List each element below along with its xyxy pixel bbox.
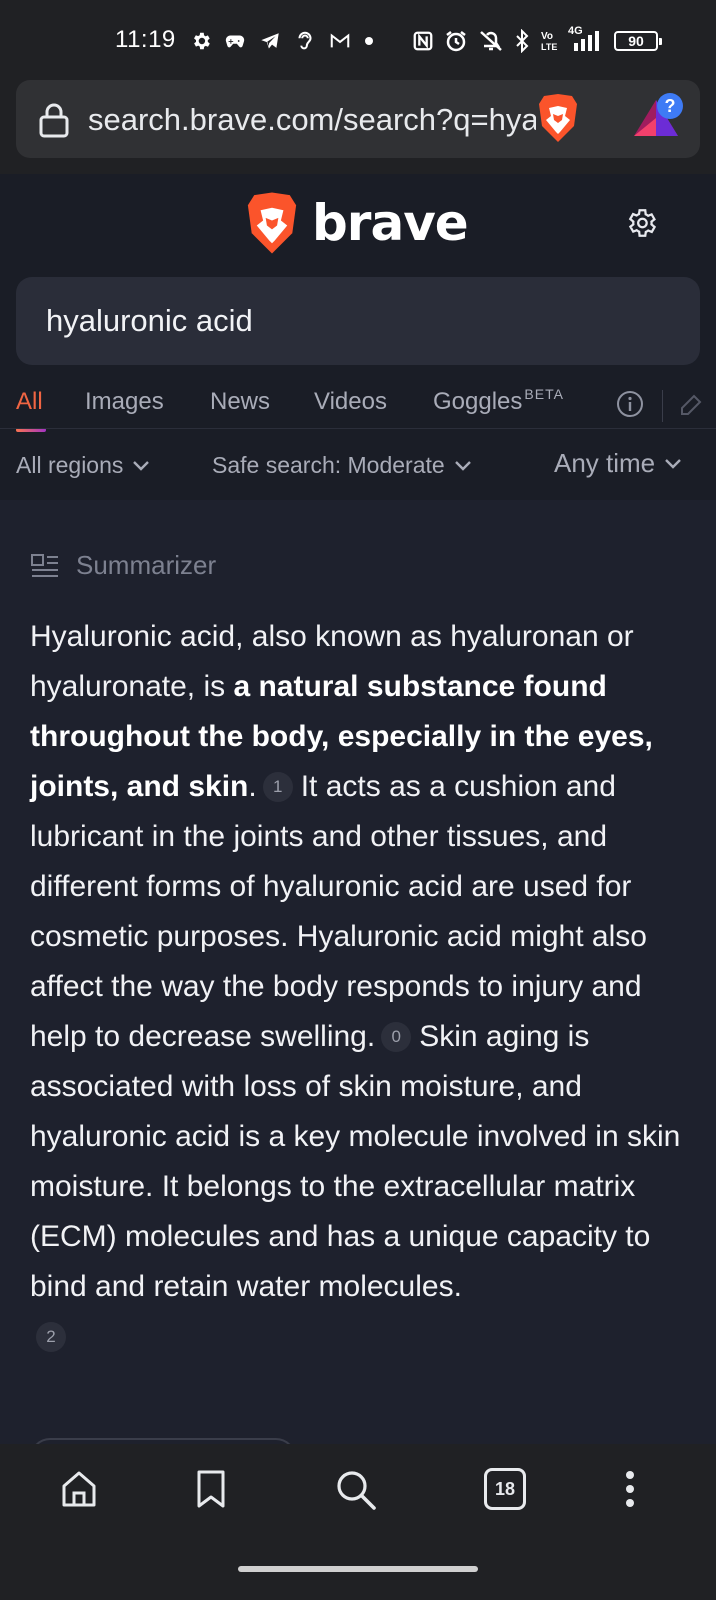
summarizer-title: Summarizer <box>76 550 217 580</box>
bluetooth-icon <box>516 29 529 53</box>
bookmark-icon[interactable] <box>190 1468 232 1510</box>
time-filter-label: Any time <box>554 448 656 478</box>
chevron-down-icon <box>133 460 150 471</box>
search-icon[interactable] <box>334 1468 378 1512</box>
brave-rewards-icon[interactable]: ? <box>628 92 688 148</box>
svg-text:LTE: LTE <box>541 42 557 52</box>
lock-icon[interactable] <box>38 102 70 138</box>
search-input[interactable]: hyaluronic acid <box>46 303 253 339</box>
summarizer-header: Summarizer <box>30 550 216 581</box>
browser-toolbar: search.brave.com/search?q=hyaluronic+aci… <box>0 78 716 174</box>
info-icon[interactable] <box>616 390 644 418</box>
chevron-down-icon <box>454 460 471 471</box>
region-filter[interactable]: All regions <box>16 452 151 479</box>
game-controller-icon <box>225 35 245 48</box>
citation-badge[interactable]: 0 <box>381 1022 412 1052</box>
brave-wordmark: brave <box>312 194 469 252</box>
telegram-icon <box>261 33 279 49</box>
notification-icons <box>190 26 375 56</box>
tab-count: 18 <box>494 1478 516 1499</box>
gear-icon <box>194 32 210 50</box>
gesture-area <box>0 1544 716 1600</box>
nfc-icon <box>413 31 433 51</box>
region-filter-label: All regions <box>16 452 124 478</box>
gmail-icon <box>330 33 350 48</box>
svg-text:Vo: Vo <box>541 31 553 42</box>
address-bar[interactable]: search.brave.com/search?q=hyaluronic+aci… <box>16 80 700 158</box>
home-icon[interactable] <box>58 1468 100 1510</box>
summary-text: Hyaluronic acid, also known as hyalurona… <box>30 612 690 1362</box>
battery-icon: 90 <box>614 31 662 51</box>
alarm-icon <box>446 31 466 52</box>
url-text[interactable]: search.brave.com/search?q=hyaluronic+aci… <box>88 102 536 138</box>
status-bar: 11:19 Vo LTE 4G 90 <box>0 0 716 78</box>
tab-all[interactable]: All <box>16 388 43 416</box>
divider <box>0 428 716 429</box>
status-time: 11:19 <box>115 26 176 53</box>
tab-images[interactable]: Images <box>85 388 164 416</box>
summary-part-2: It acts as a cushion and lubricant in th… <box>30 770 647 1053</box>
search-header: brave hyaluronic acid All Images News Vi… <box>0 174 716 500</box>
search-box[interactable]: hyaluronic acid <box>16 277 700 365</box>
time-filter[interactable]: Any time <box>554 448 683 479</box>
tab-videos[interactable]: Videos <box>314 388 387 416</box>
battery-level: 90 <box>628 33 644 49</box>
settings-gear-icon[interactable] <box>624 206 658 240</box>
safe-search-label: Safe search: Moderate <box>212 452 445 478</box>
dot-icon <box>365 37 373 45</box>
citation-badge[interactable]: 1 <box>262 772 293 802</box>
mute-icon <box>480 31 502 51</box>
svg-text:?: ? <box>665 96 676 116</box>
brave-logo[interactable]: brave <box>244 190 469 256</box>
bottom-toolbar: 18 <box>0 1444 716 1544</box>
tabs-divider <box>662 390 663 422</box>
tab-goggles-label: Goggles <box>433 388 523 415</box>
brave-lion-icon <box>247 192 297 254</box>
tab-goggles[interactable]: Goggles BETA <box>433 386 564 416</box>
edit-icon[interactable] <box>678 392 704 418</box>
signal-icon: 4G <box>568 25 604 53</box>
beta-badge: BETA <box>524 386 564 402</box>
tabs-icon[interactable]: 18 <box>484 1468 526 1510</box>
gesture-handle[interactable] <box>238 1566 478 1572</box>
safe-search-filter[interactable]: Safe search: Moderate <box>212 452 473 479</box>
more-icon[interactable] <box>618 1468 642 1510</box>
brave-shield-icon[interactable] <box>536 92 580 144</box>
ear-icon <box>298 31 312 50</box>
citation-badge[interactable]: 2 <box>36 1322 66 1352</box>
system-icons: Vo LTE 4G 90 <box>412 25 662 56</box>
summary-part-3: Skin aging is associated with loss of sk… <box>30 1020 681 1303</box>
search-filters: All regions Safe search: Moderate Any ti… <box>0 436 716 500</box>
tab-news[interactable]: News <box>210 388 270 416</box>
volte-icon: VoLTE <box>541 31 557 52</box>
search-tabs: All Images News Videos Goggles BETA <box>0 384 716 434</box>
summary-period: . <box>248 770 257 803</box>
summarizer-icon <box>31 553 58 577</box>
chevron-down-icon <box>665 458 682 469</box>
